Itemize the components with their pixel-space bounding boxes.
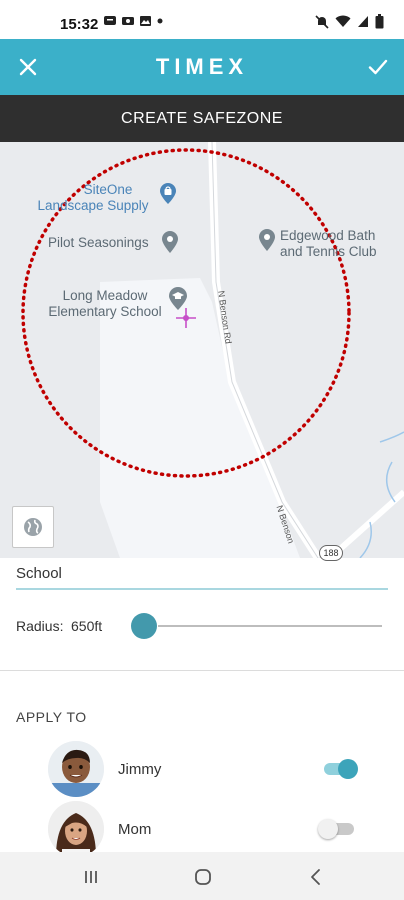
avatar-mom [48, 801, 104, 857]
poi-edgewood-line2: and Tennis Club [280, 244, 377, 259]
poi-siteone-line2: Landscape Supply [37, 198, 149, 213]
poi-long-meadow-line2: Elementary School [48, 304, 162, 319]
zone-name-field[interactable] [16, 558, 388, 590]
app-header: TIMEX [0, 39, 404, 95]
status-time: 15:32 [60, 16, 99, 33]
gallery-icon [140, 16, 151, 26]
poi-siteone-line1: SiteOne [83, 182, 133, 197]
adult-avatar-icon [48, 801, 104, 857]
radius-slider-thumb[interactable] [131, 613, 157, 639]
mute-icon [315, 14, 329, 29]
person-name-jimmy: Jimmy [118, 761, 162, 778]
messages-icon [104, 16, 116, 25]
radius-slider-track[interactable] [158, 625, 382, 627]
toggle-knob [318, 819, 338, 839]
poi-long-meadow-line1: Long Meadow [62, 288, 148, 303]
wifi-icon [335, 15, 351, 27]
location-pin-icon[interactable] [161, 230, 179, 254]
poi-edgewood[interactable]: Edgewood Bath and Tennis Club [280, 228, 377, 260]
status-right-icons [315, 14, 384, 29]
poi-pilot-seasonings[interactable]: Pilot Seasonings [48, 235, 149, 251]
home-icon[interactable] [192, 866, 214, 888]
toggle-knob [338, 759, 358, 779]
system-nav-bar [0, 852, 404, 900]
shopping-bag-pin-icon[interactable] [159, 183, 177, 205]
brand-logo: TIMEX [155, 54, 249, 79]
radius-label: Radius: [16, 618, 64, 634]
signal-icon [358, 16, 368, 27]
child-avatar-icon [48, 741, 104, 797]
screen-record-icon [122, 17, 134, 25]
location-pin-icon[interactable] [258, 228, 276, 252]
radius-row: Radius: 650ft [16, 610, 388, 642]
page-title: CREATE SAFEZONE [0, 95, 404, 142]
poi-edgewood-line1: Edgewood Bath [280, 228, 376, 243]
dot-icon [157, 18, 163, 24]
person-row-jimmy: Jimmy [0, 741, 404, 801]
toggle-mom[interactable] [318, 817, 360, 841]
status-left-icons [103, 15, 164, 27]
back-icon[interactable] [305, 866, 327, 888]
person-name-mom: Mom [118, 821, 152, 838]
poi-long-meadow[interactable]: Long Meadow Elementary School [40, 288, 170, 320]
recent-apps-icon[interactable] [80, 866, 102, 888]
center-marker-icon [176, 308, 196, 328]
apply-to-header: APPLY TO [16, 709, 87, 725]
toggle-jimmy[interactable] [318, 757, 360, 781]
poi-siteone-label[interactable]: SiteOne Landscape Supply [28, 182, 158, 214]
avatar-jimmy [48, 741, 104, 797]
status-bar: 15:32 [0, 0, 404, 39]
globe-icon [24, 518, 42, 536]
map-view[interactable]: SiteOne Landscape Supply Pilot Seasoning… [0, 142, 404, 558]
map-layers-button[interactable] [12, 506, 54, 548]
section-divider [0, 670, 404, 671]
battery-icon [375, 14, 384, 29]
radius-value: 650ft [71, 618, 103, 634]
check-icon[interactable] [366, 55, 390, 79]
